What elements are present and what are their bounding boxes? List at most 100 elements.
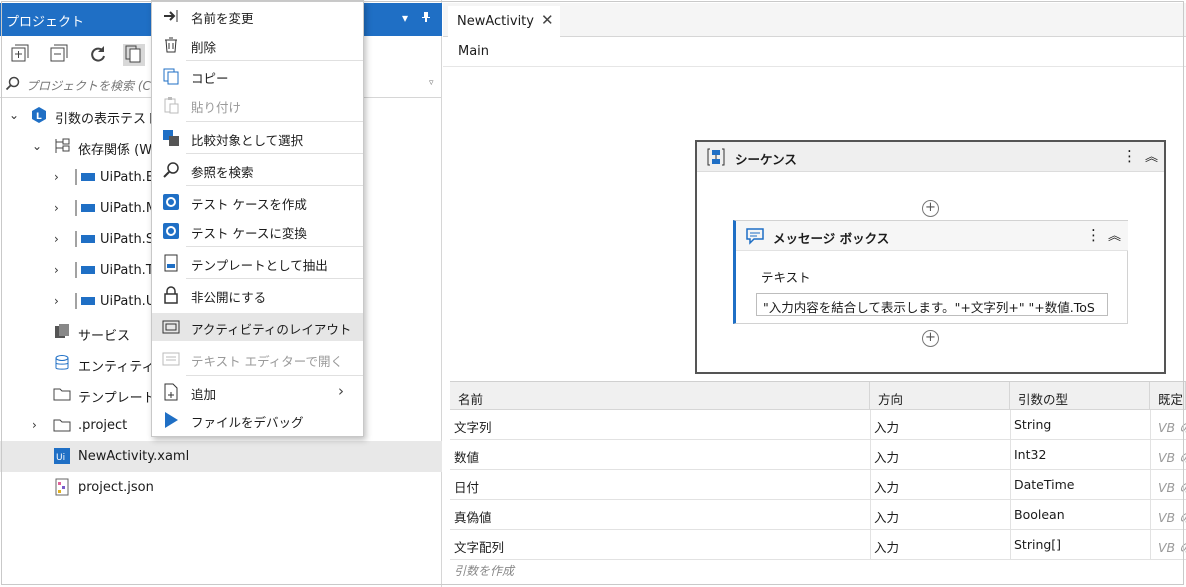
argument-name[interactable]: 文字列: [454, 417, 492, 436]
menu-item-make-private[interactable]: 非公開にする: [152, 281, 363, 309]
chevron-right-icon[interactable]: ›: [54, 232, 66, 246]
collapse-icon[interactable]: ︽: [1108, 225, 1121, 244]
chevron-right-icon[interactable]: ›: [32, 418, 44, 432]
header-label: 方向: [878, 392, 904, 407]
argument-type[interactable]: String[]: [1014, 537, 1061, 552]
argument-default[interactable]: VB の: [1158, 417, 1186, 436]
trash-icon: [162, 36, 180, 54]
more-options-icon[interactable]: ⋮: [1122, 147, 1137, 165]
argument-name[interactable]: 真偽値: [454, 507, 492, 526]
column-header-direction[interactable]: 方向: [870, 382, 1010, 410]
argument-default[interactable]: VB の: [1158, 447, 1186, 466]
argument-name[interactable]: 日付: [454, 477, 479, 496]
argument-name[interactable]: 文字配列: [454, 537, 504, 556]
argument-type[interactable]: DateTime: [1014, 477, 1074, 492]
dependency-icon: [53, 137, 71, 155]
argument-direction[interactable]: 入力: [874, 507, 899, 526]
chevron-right-icon[interactable]: ›: [54, 294, 66, 308]
chevron-right-icon[interactable]: ›: [54, 201, 66, 215]
refresh-icon[interactable]: [88, 44, 110, 66]
menu-item-copy[interactable]: コピー: [152, 62, 363, 90]
column-header-type[interactable]: 引数の型: [1010, 382, 1150, 410]
show-all-files-icon[interactable]: [123, 44, 145, 66]
argument-direction[interactable]: 入力: [874, 447, 899, 466]
argument-row[interactable]: 数値 入力 Int32 VB の: [450, 440, 1186, 470]
close-icon[interactable]: ✕: [541, 11, 554, 29]
add-activity-icon[interactable]: +: [922, 200, 939, 217]
menu-separator: [186, 60, 363, 61]
text-editor-icon: [162, 350, 180, 368]
menu-item-debug-file[interactable]: ファイルをデバッグ: [152, 406, 363, 434]
tree-item-label: 依存関係 (W: [78, 143, 153, 158]
argument-type[interactable]: Int32: [1014, 447, 1046, 462]
tree-item-label: UiPath.U: [100, 294, 156, 309]
column-header-name[interactable]: 名前: [450, 382, 870, 410]
argument-type[interactable]: String: [1014, 417, 1051, 432]
more-options-icon[interactable]: ⋮: [1086, 226, 1101, 244]
create-argument-link[interactable]: 引数を作成: [454, 562, 514, 579]
argument-direction[interactable]: 入力: [874, 477, 899, 496]
column-header-default[interactable]: 既定: [1150, 382, 1186, 410]
argument-default[interactable]: VB の: [1158, 507, 1186, 526]
sequence-activity[interactable]: シーケンス ⋮ ︽ + メッセージ ボックス ⋮ ︽ テキスト "入力内容を結合…: [695, 140, 1166, 374]
argument-row[interactable]: 文字列 入力 String VB の: [450, 410, 1186, 440]
tree-item-xaml-selected[interactable]: Ui NewActivity.xaml: [0, 441, 442, 472]
chevron-down-icon[interactable]: ▾: [402, 11, 408, 25]
arguments-panel: 名前 方向 引数の型 既定 文字列 入力 String VB の 数値 入力 I…: [450, 381, 1186, 583]
argument-row[interactable]: 文字配列 入力 String[] VB の: [450, 530, 1186, 560]
argument-row[interactable]: 真偽値 入力 Boolean VB の: [450, 500, 1186, 530]
search-placeholder: プロジェクトを検索 (Ct: [26, 79, 156, 93]
menu-item-compare[interactable]: 比較対象として選択: [152, 124, 363, 152]
collapse-icon[interactable]: ︽: [1145, 146, 1158, 165]
chevron-right-icon[interactable]: ›: [54, 170, 66, 184]
menu-separator: [186, 278, 363, 279]
package-icon: [74, 230, 95, 248]
menu-item-rename[interactable]: 名前を変更: [152, 2, 363, 30]
svg-text:Ui: Ui: [56, 453, 65, 463]
package-icon: [74, 292, 95, 310]
menu-item-label: 参照を検索: [191, 165, 254, 180]
menu-item-paste[interactable]: 貼り付け: [152, 91, 363, 119]
menu-item-create-test-case[interactable]: テスト ケースを作成: [152, 188, 363, 216]
chevron-down-icon[interactable]: ⌄: [32, 139, 44, 153]
menu-item-activity-layout[interactable]: アクティビティのレイアウト: [152, 313, 363, 341]
pin-icon[interactable]: [421, 11, 431, 26]
message-box-activity[interactable]: メッセージ ボックス ⋮ ︽ テキスト "入力内容を結合して表示します。"+文字…: [733, 220, 1128, 324]
argument-direction[interactable]: 入力: [874, 417, 899, 436]
menu-separator: [186, 121, 363, 122]
menu-separator: [186, 153, 363, 154]
argument-default[interactable]: VB の: [1158, 477, 1186, 496]
menu-item-label: コピー: [191, 71, 229, 86]
breadcrumb-item[interactable]: Main: [458, 44, 489, 59]
menu-item-extract-template[interactable]: テンプレートとして抽出: [152, 249, 363, 277]
folder-icon: [53, 385, 71, 403]
tree-item-label: .project: [78, 418, 128, 433]
compare-icon: [162, 129, 180, 147]
argument-default[interactable]: VB の: [1158, 537, 1186, 556]
menu-item-add[interactable]: 追加 ›: [152, 378, 363, 406]
collapse-all-icon[interactable]: [49, 44, 71, 66]
tab-newactivity[interactable]: NewActivity ✕: [448, 6, 560, 37]
argument-direction[interactable]: 入力: [874, 537, 899, 556]
chevron-down-icon[interactable]: ⌄: [9, 108, 21, 122]
menu-item-label: 削除: [191, 40, 217, 55]
document-tab-strip: NewActivity ✕: [443, 3, 1186, 37]
chevron-right-icon[interactable]: ›: [54, 263, 66, 277]
text-expression-input[interactable]: "入力内容を結合して表示します。"+文字列+" "+数値.ToS: [756, 293, 1108, 316]
chevron-right-icon: ›: [338, 382, 344, 400]
menu-item-open-text-editor[interactable]: テキスト エディターで開く: [152, 345, 363, 373]
message-icon: [746, 227, 764, 249]
argument-row[interactable]: 日付 入力 DateTime VB の: [450, 470, 1186, 500]
dropdown-arrow-icon[interactable]: ▿: [429, 78, 434, 88]
play-icon: [162, 411, 180, 429]
tree-item-label: UiPath.T: [100, 263, 154, 278]
tree-item-json[interactable]: project.json: [0, 472, 442, 503]
argument-name[interactable]: 数値: [454, 447, 479, 466]
argument-type[interactable]: Boolean: [1014, 507, 1065, 522]
menu-item-find-references[interactable]: 参照を検索: [152, 156, 363, 184]
add-activity-icon[interactable]: +: [922, 330, 939, 347]
expand-all-icon[interactable]: [10, 44, 32, 66]
menu-item-label: 貼り付け: [191, 100, 242, 115]
menu-item-delete[interactable]: 削除: [152, 31, 363, 59]
menu-item-convert-test-case[interactable]: テスト ケースに変換: [152, 217, 363, 245]
